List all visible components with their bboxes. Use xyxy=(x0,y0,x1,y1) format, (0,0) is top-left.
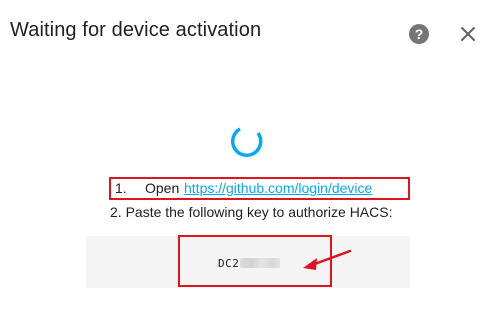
step-1-text: Open xyxy=(145,180,180,196)
dialog-title: Waiting for device activation xyxy=(10,19,262,41)
step-2-text: 2. Paste the following key to authorize … xyxy=(110,204,393,220)
step-1-row: 1. Open https://github.com/login/device xyxy=(109,177,410,200)
activation-dialog: Waiting for device activation ? 1. Open … xyxy=(0,0,501,312)
annotation-arrow-icon xyxy=(300,248,352,272)
github-device-link[interactable]: https://github.com/login/device xyxy=(184,179,372,198)
redacted-code-blur xyxy=(240,258,280,268)
step-1-number: 1. xyxy=(115,180,127,196)
loading-spinner-icon xyxy=(230,124,265,158)
close-icon[interactable] xyxy=(456,22,480,46)
device-code-text[interactable]: DC2 xyxy=(218,257,239,270)
question-circle-icon[interactable]: ? xyxy=(409,24,429,44)
